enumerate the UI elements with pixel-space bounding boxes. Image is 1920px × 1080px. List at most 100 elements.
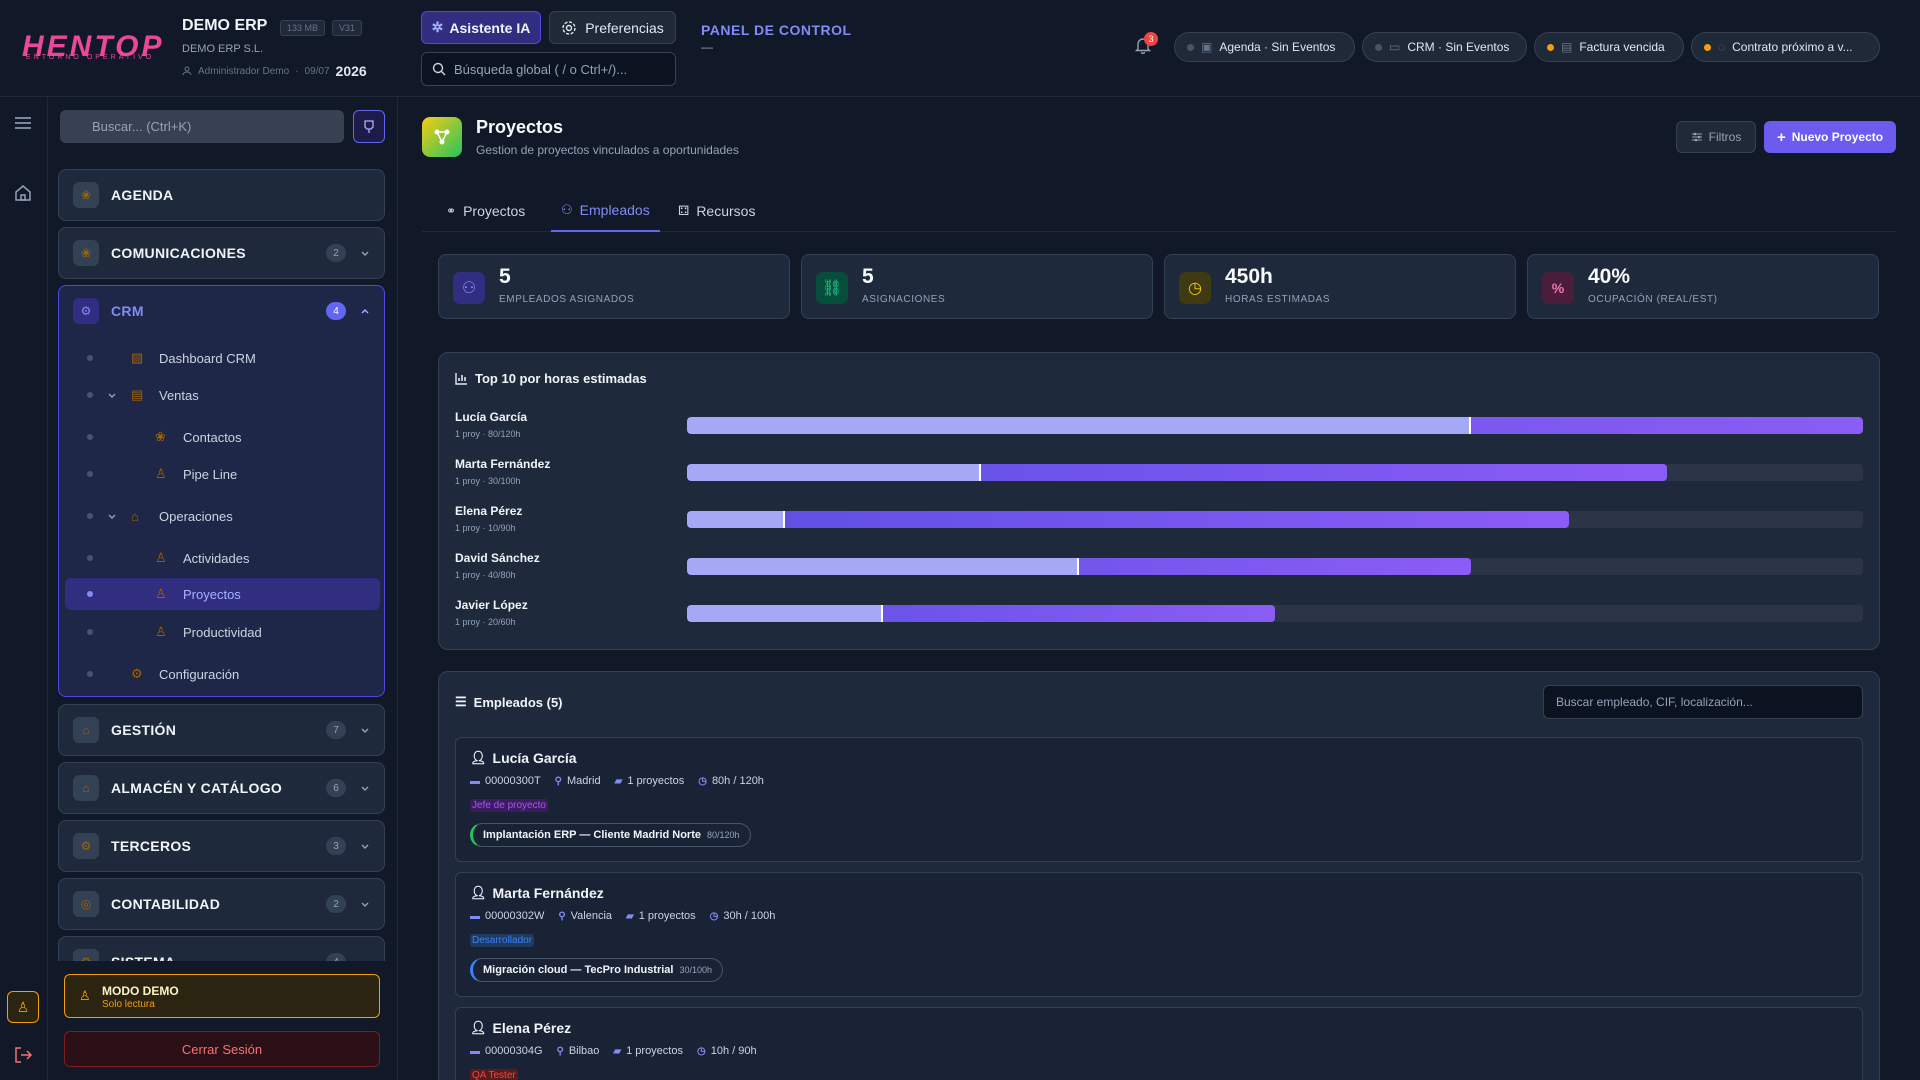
chevron-down-icon	[361, 728, 369, 733]
sidebar-item-contactos[interactable]: ❀ Contactos	[59, 421, 384, 453]
employee-role-badge: Desarrollador	[470, 934, 535, 947]
global-search-input[interactable]: Búsqueda global ( / o Ctrl+/)...	[421, 52, 676, 86]
sidebar-item-label: Pipe Line	[183, 466, 238, 482]
employee-location-text: Valencia	[570, 910, 613, 922]
stat-value: 5	[862, 265, 874, 288]
sidebar-item-productividad[interactable]: ♙ Productividad	[59, 616, 384, 648]
filters-button[interactable]: Filtros	[1676, 121, 1756, 153]
contract-expiring-chip[interactable]: ◌ Contrato próximo a v...	[1691, 32, 1880, 62]
sidebar-item-label: Contactos	[183, 429, 242, 445]
users-icon: ⚇	[561, 201, 573, 217]
logout-icon[interactable]	[13, 1045, 33, 1065]
group-label: TERCEROS	[111, 838, 192, 854]
project-icon: ♙	[155, 586, 167, 601]
group-count-badge: 2	[326, 244, 346, 262]
bar-row: Lucía García 1 proy · 80/120h	[455, 410, 1865, 450]
contacts-icon: ❀	[155, 429, 166, 444]
tab-bar: ⚭ Proyectos ⚇ Empleados ⚃ Recursos	[422, 189, 1896, 232]
employee-card[interactable]: 👤︎ Marta Fernández ▬ 00000302W ⚲ Valencia ▰ 1 p…	[455, 872, 1863, 997]
top-bar: HENTOP ENTORNO OPERATIVO DEMO ERP 133 MB…	[0, 0, 1920, 97]
bar-real	[687, 558, 1079, 575]
group-count-badge: 3	[326, 837, 346, 855]
bar-real	[687, 605, 883, 622]
ai-assistant-button[interactable]: ✲ Asistente IA	[421, 11, 541, 44]
tab-recursos[interactable]: ⚃ Recursos	[668, 189, 765, 232]
bullet	[87, 555, 93, 561]
sidebar-item-pipeline[interactable]: ♙ Pipe Line	[59, 458, 384, 490]
bar-row: Javier López 1 proy · 20/60h	[455, 598, 1865, 638]
group-count-badge: 2	[326, 895, 346, 913]
sidebar-item-actividades[interactable]: ♙ Actividades	[59, 542, 384, 574]
sidebar-item-label: Configuración	[159, 666, 240, 682]
sidebar-group-contabilidad[interactable]: ◎ CONTABILIDAD 2	[58, 878, 385, 930]
sidebar-group-terceros[interactable]: ⚙ TERCEROS 3	[58, 820, 385, 872]
users-icon: ⚇	[453, 272, 485, 304]
employee-card[interactable]: 👤︎ Lucía García ▬ 00000300T ⚲ Madrid ▰ 1 proyec…	[455, 737, 1863, 862]
bar-track	[687, 511, 1863, 528]
employee-location-text: Madrid	[567, 775, 601, 787]
home-icon[interactable]	[13, 183, 33, 203]
sidebar-group-agenda[interactable]: ❀ AGENDA	[58, 169, 385, 221]
sidebar-group-gestion[interactable]: ⌂ GESTIÓN 7	[58, 704, 385, 756]
version-badge: V31	[332, 20, 363, 36]
projects-icon	[422, 117, 462, 157]
panel-title: PANEL DE CONTROL	[701, 22, 852, 38]
status-dot	[1375, 43, 1382, 51]
current-date: 09/07	[304, 65, 330, 77]
invoice-overdue-chip[interactable]: ▤ Factura vencida	[1534, 32, 1684, 62]
sidebar-group-comunicaciones[interactable]: ❀ COMUNICACIONES 2	[58, 227, 385, 279]
sliders-icon	[1691, 132, 1702, 142]
tab-label: Proyectos	[463, 202, 526, 219]
employee-search-input[interactable]: Buscar empleado, CIF, localización...	[1543, 685, 1863, 719]
activity-icon: ♙	[155, 550, 167, 565]
tab-label: Recursos	[696, 202, 756, 219]
employee-projects: ▰ 1 proyectos	[615, 775, 685, 787]
bar-row: Elena Pérez 1 proy · 10/90h	[455, 504, 1865, 544]
agenda-chip-label: Agenda · Sin Eventos	[1219, 40, 1336, 54]
employee-project-pill[interactable]: Implantación ERP — Cliente Madrid Norte 8…	[470, 823, 751, 847]
demo-mode-icon[interactable]: ♙	[7, 991, 39, 1023]
sidebar-item-ventas[interactable]: ▤ Ventas	[59, 379, 384, 411]
sidebar-item-configuracion[interactable]: ⚙ Configuración	[59, 658, 384, 690]
sidebar-item-dashboard-crm[interactable]: ▨ Dashboard CRM	[59, 342, 384, 374]
sidebar-item-proyectos[interactable]: ♙ Proyectos	[65, 578, 380, 610]
clock-icon: ◌	[1718, 40, 1726, 54]
menu-icon[interactable]	[13, 115, 33, 131]
network-icon: ⚭	[446, 203, 457, 218]
chart-title-text: Top 10 por horas estimadas	[475, 371, 647, 386]
chevron-down-icon	[108, 393, 116, 398]
employee-name: 👤︎ Elena Pérez	[470, 1020, 571, 1036]
sidebar-item-operaciones[interactable]: ⌂ Operaciones	[59, 500, 384, 532]
agenda-chip[interactable]: ▣ Agenda · Sin Eventos	[1174, 32, 1355, 62]
group-count-badge: 4	[326, 302, 346, 320]
sidebar-search-input[interactable]: Buscar... (Ctrl+K)	[60, 110, 344, 143]
hours-chart-card: Top 10 por horas estimadas Lucía García 1…	[438, 352, 1880, 650]
logout-button[interactable]: Cerrar Sesión	[64, 1031, 380, 1067]
map-pin-icon: ⚲	[554, 775, 562, 787]
project-hours: 30/100h	[679, 965, 713, 975]
employee-card[interactable]: 👤︎ Elena Pérez ▬ 00000304G ⚲ Bilbao ▰ 1 proyect…	[455, 1007, 1863, 1080]
sidebar-group-crm[interactable]: ⚙ CRM 4 ▨ Dashboard CRM ▤ Ventas ❀ Conta…	[58, 285, 385, 697]
bar-real	[687, 417, 1471, 434]
settings-icon: ⚙	[131, 666, 143, 681]
folder-icon: ▰	[613, 1045, 622, 1057]
crm-chip[interactable]: ▭ CRM · Sin Eventos	[1362, 32, 1527, 62]
bullet	[87, 392, 93, 398]
group-count-badge: 6	[326, 779, 346, 797]
map-pin-icon: ⚲	[558, 910, 566, 922]
project-name: Migración cloud — TecPro Industrial	[483, 964, 674, 976]
chart-icon: ▨	[131, 350, 144, 365]
employee-project-pill[interactable]: Migración cloud — TecPro Industrial 30/10…	[470, 958, 724, 982]
tab-proyectos[interactable]: ⚭ Proyectos	[436, 189, 535, 232]
employees-title: ☰ Empleados (5)	[455, 694, 563, 710]
bar-track	[687, 558, 1863, 575]
tab-empleados[interactable]: ⚇ Empleados	[551, 189, 660, 232]
new-project-button[interactable]: + Nuevo Proyecto	[1764, 121, 1896, 153]
pin-button[interactable]	[353, 110, 385, 143]
sidebar-group-almacen[interactable]: ⌂ ALMACÉN Y CATÁLOGO 6	[58, 762, 385, 814]
sidebar: Buscar... (Ctrl+K) ❀ AGENDA ❀ COMUNICACI…	[48, 97, 398, 1080]
stat-card-occupancy: % 40% OCUPACIÓN (REAL/EST)	[1527, 254, 1879, 319]
pipeline-icon: ♙	[155, 466, 167, 481]
preferences-button[interactable]: Preferencias	[549, 11, 676, 44]
demo-mode-banner[interactable]: ♙ MODO DEMO Solo lectura	[64, 974, 380, 1018]
